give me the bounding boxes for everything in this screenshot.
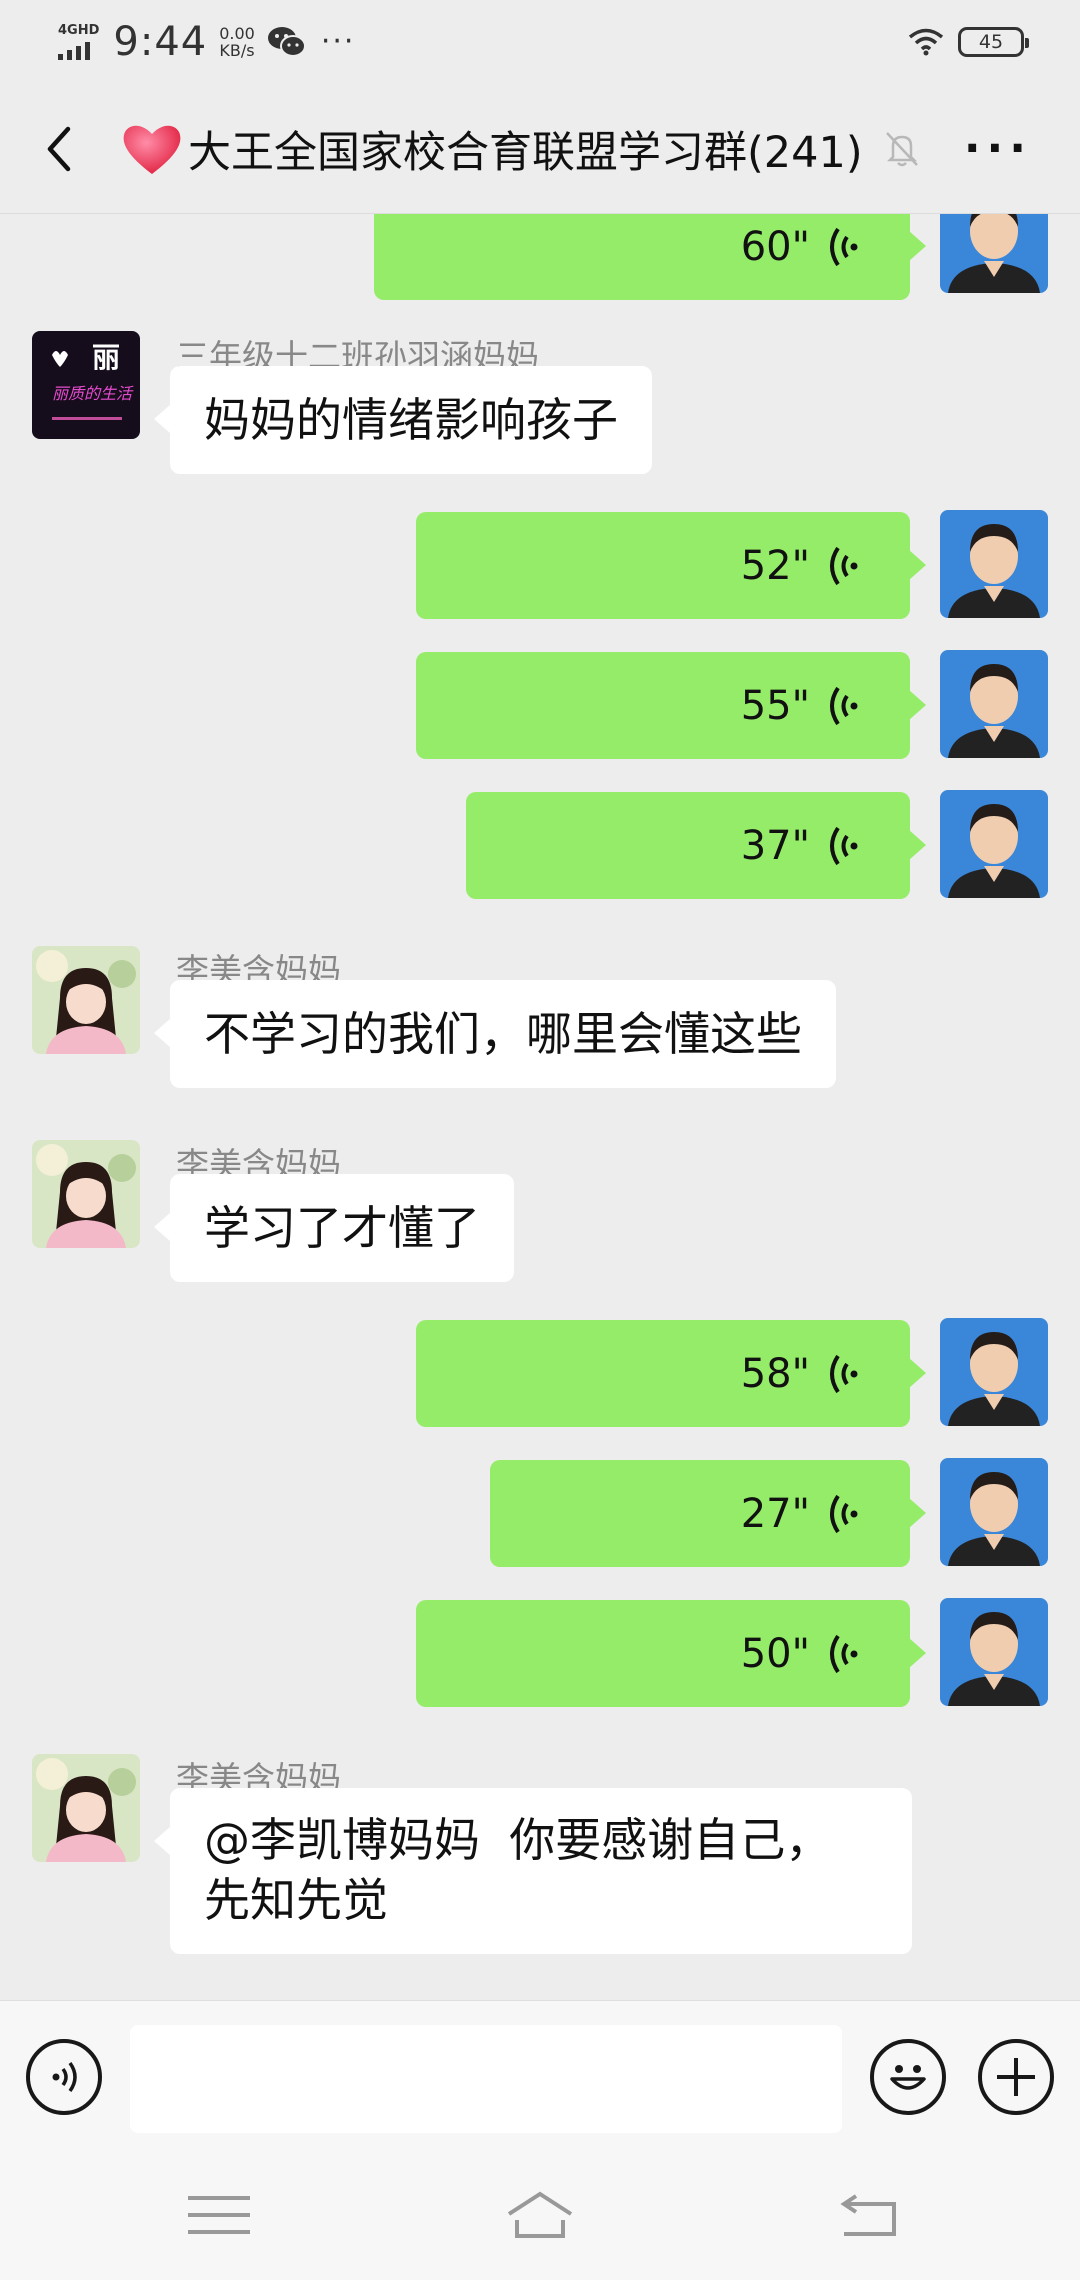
text-message-bubble[interactable]: 不学习的我们，哪里会懂这些 xyxy=(154,980,836,1088)
avatar-image xyxy=(940,790,1048,898)
message-text: 学习了才懂了 xyxy=(204,1201,480,1255)
sender-avatar[interactable] xyxy=(32,946,140,1054)
voice-duration: 55" xyxy=(740,682,810,729)
my-avatar[interactable] xyxy=(940,1458,1048,1566)
chat-title-text: 大王全国家校合育联盟学习群(241) xyxy=(188,127,863,178)
avatar-image xyxy=(940,1598,1048,1706)
text-message-bubble[interactable]: 学习了才懂了 xyxy=(154,1174,514,1282)
message-text: 妈妈的情绪影响孩子 xyxy=(204,393,618,447)
chat-title[interactable]: 大王全国家校合育联盟学习群(241) xyxy=(120,118,921,180)
home-icon[interactable] xyxy=(505,2190,575,2240)
input-bar xyxy=(0,2000,1080,2150)
voice-wave-icon xyxy=(830,227,858,266)
voice-input-icon xyxy=(52,2061,77,2093)
message-text-line: 先知先觉 xyxy=(204,1873,388,1927)
wechat-icon xyxy=(267,27,306,57)
wifi-icon xyxy=(908,28,944,56)
my-avatar[interactable] xyxy=(940,1598,1048,1706)
voice-wave-icon xyxy=(830,826,858,865)
my-avatar[interactable] xyxy=(940,650,1048,758)
status-bar: 4GHD 9:44 0.00 KB/s ··· 45 xyxy=(0,0,1080,84)
message-input[interactable] xyxy=(130,2025,842,2133)
voice-wave-icon xyxy=(830,1494,858,1533)
message-list[interactable]: 60" 丽 丽质的生活 三年级十二班孙羽涵妈妈 妈妈的情绪影响孩子 52" 55… xyxy=(0,214,1080,2000)
status-time: 9:44 xyxy=(113,19,208,65)
voice-duration: 52" xyxy=(740,542,810,589)
status-more-dots: ··· xyxy=(320,24,356,59)
avatar-image: 丽 丽质的生活 xyxy=(32,331,140,439)
voice-message-bubble[interactable]: 52" xyxy=(416,512,926,619)
avatar-image xyxy=(940,510,1048,618)
text-message-bubble[interactable]: 妈妈的情绪影响孩子 xyxy=(154,366,652,474)
network-type: 4GHD xyxy=(58,23,100,38)
avatar-image xyxy=(940,1318,1048,1426)
my-avatar[interactable] xyxy=(940,214,1048,293)
avatar-image xyxy=(32,1754,140,1862)
my-avatar[interactable] xyxy=(940,510,1048,618)
speed-unit: KB/s xyxy=(219,41,255,60)
speed-value: 0.00 xyxy=(219,24,255,43)
voice-wave-icon xyxy=(830,1354,858,1393)
my-avatar[interactable] xyxy=(940,790,1048,898)
sender-avatar[interactable] xyxy=(32,1140,140,1248)
emoji-icon xyxy=(890,2065,926,2090)
voice-message-bubble[interactable]: 27" xyxy=(490,1460,926,1567)
voice-duration: 50" xyxy=(740,1630,810,1677)
voice-wave-icon xyxy=(830,686,858,725)
voice-input-button[interactable] xyxy=(26,2039,102,2115)
heart-icon xyxy=(123,125,181,174)
avatar-image xyxy=(32,946,140,1054)
voice-duration: 58" xyxy=(740,1350,810,1397)
plus-icon xyxy=(997,2058,1035,2096)
avatar-image xyxy=(32,1140,140,1248)
emoji-button[interactable] xyxy=(870,2039,946,2115)
avatar-image xyxy=(940,650,1048,758)
network-speed: 0.00 KB/s xyxy=(219,25,255,59)
mute-bell-icon xyxy=(885,131,918,166)
more-icon[interactable]: ··· xyxy=(964,126,1032,170)
voice-duration: 37" xyxy=(740,822,810,869)
voice-message-bubble[interactable]: 58" xyxy=(416,1320,926,1427)
voice-duration: 60" xyxy=(740,223,810,270)
avatar-image xyxy=(940,1458,1048,1566)
text-message-bubble[interactable]: @李凯博妈妈 你要感谢自己， 先知先觉 xyxy=(154,1788,912,1954)
voice-wave-icon xyxy=(830,1634,858,1673)
voice-message-bubble[interactable]: 50" xyxy=(416,1600,926,1707)
menu-icon[interactable] xyxy=(184,2190,254,2240)
signal-icon xyxy=(58,40,90,60)
voice-message-bubble[interactable]: 37" xyxy=(466,792,926,899)
avatar-badge-caption: 丽质的生活 xyxy=(52,384,134,403)
avatar-badge-glyph: 丽 xyxy=(92,341,120,374)
my-avatar[interactable] xyxy=(940,1318,1048,1426)
system-nav-bar xyxy=(0,2150,1080,2280)
voice-duration: 27" xyxy=(740,1490,810,1537)
voice-message-bubble[interactable]: 60" xyxy=(374,214,926,300)
back-nav-icon[interactable] xyxy=(836,2190,906,2240)
sender-avatar[interactable] xyxy=(32,1754,140,1862)
battery-icon: 45 xyxy=(958,27,1029,57)
more-actions-button[interactable] xyxy=(978,2039,1054,2115)
message-text: 不学习的我们，哪里会懂这些 xyxy=(204,1007,802,1061)
chat-header: 大王全国家校合育联盟学习群(241) ··· xyxy=(0,84,1080,214)
sender-avatar[interactable]: 丽 丽质的生活 xyxy=(32,331,140,439)
message-text-line: @李凯博妈妈 你要感谢自己， xyxy=(204,1813,832,1867)
avatar-image xyxy=(940,214,1048,293)
battery-level: 45 xyxy=(978,31,1004,53)
network-indicator: 4GHD xyxy=(58,24,99,60)
voice-message-bubble[interactable]: 55" xyxy=(416,652,926,759)
back-icon[interactable] xyxy=(34,119,90,179)
voice-wave-icon xyxy=(830,546,858,585)
